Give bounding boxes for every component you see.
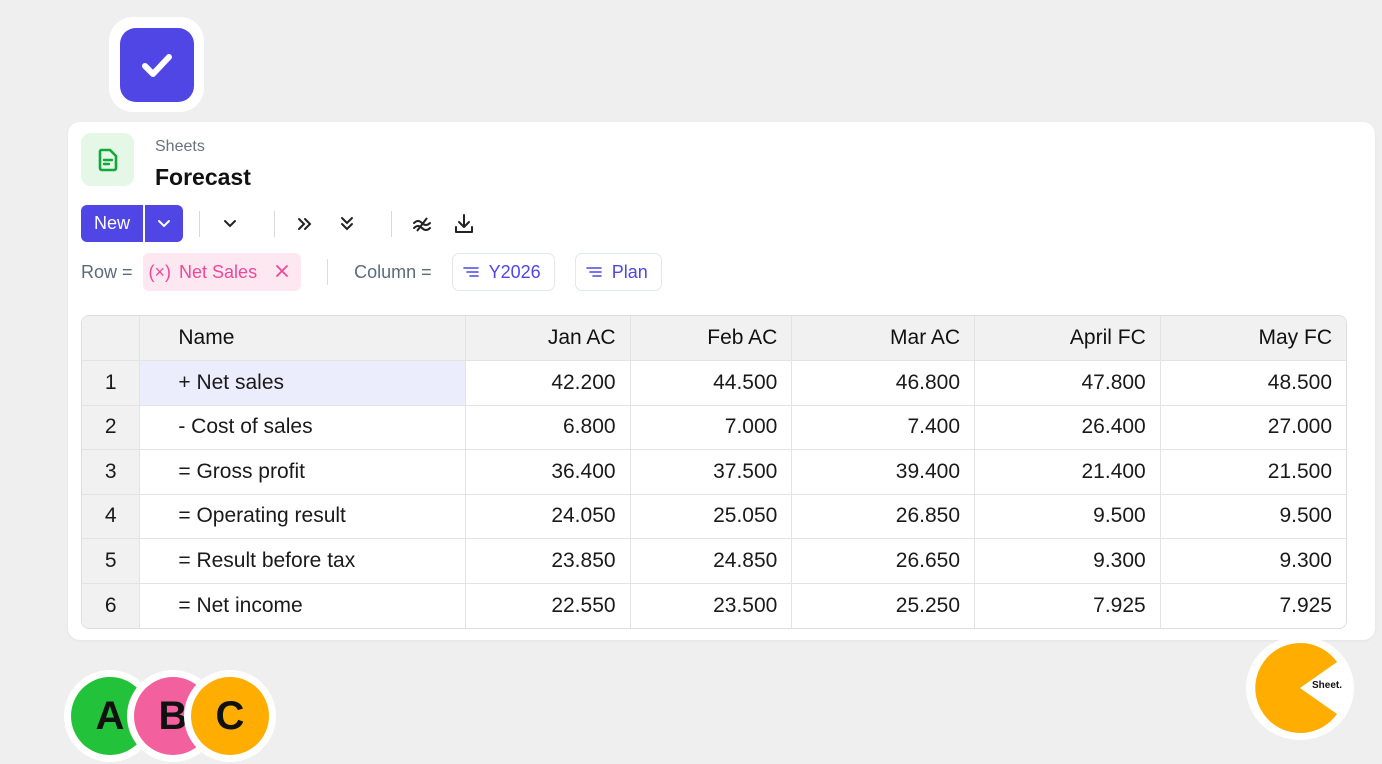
value-cell[interactable]: 6.800 (464, 404, 631, 450)
value-cell[interactable]: 22.550 (464, 582, 631, 628)
row-index-header (82, 316, 141, 361)
logo-text: Sheet. (1312, 680, 1343, 691)
value-cell[interactable]: 26.650 (791, 538, 976, 584)
name-cell[interactable]: = Net income (139, 582, 466, 628)
column-filter-chip[interactable]: Y2026 (451, 253, 555, 291)
value-cell[interactable]: 25.050 (629, 493, 793, 539)
chevron-down-icon (158, 219, 171, 227)
toolbar: New (81, 205, 492, 242)
sheets-app-icon (81, 133, 134, 186)
value-cell[interactable]: 7.925 (1159, 582, 1346, 628)
value-cell[interactable]: 9.500 (974, 493, 1161, 539)
value-cell[interactable]: 37.500 (629, 449, 793, 495)
table-row[interactable]: 3 = Gross profit 36.400 37.500 39.400 21.400 2… (82, 449, 1346, 495)
value-cell[interactable]: 21.500 (1159, 449, 1346, 495)
row-filter-chip[interactable]: (×) Net Sales (142, 253, 302, 291)
column-filter-chip[interactable]: Plan (574, 253, 662, 291)
check-badge (109, 17, 204, 112)
doc-title: Forecast (155, 164, 251, 190)
row-index[interactable]: 5 (82, 538, 141, 584)
app-name: Sheets (155, 138, 205, 155)
column-header[interactable]: May FC (1159, 316, 1346, 361)
toolbar-divider (391, 210, 393, 237)
chevron-down-icon[interactable] (216, 210, 244, 238)
column-filter-value: Y2026 (488, 261, 541, 282)
table-row[interactable]: 5 = Result before tax 23.850 24.850 26.650 9.… (82, 538, 1346, 584)
chevron-double-down-icon[interactable] (333, 210, 361, 238)
value-cell[interactable]: 27.000 (1159, 404, 1346, 450)
table-row[interactable]: 6 = Net income 22.550 23.500 25.250 7.925 7.92… (82, 582, 1346, 628)
new-dropdown-button[interactable] (145, 205, 184, 242)
column-filter-value: Plan (611, 261, 648, 282)
value-cell[interactable]: 36.400 (464, 449, 631, 495)
name-cell[interactable]: = Operating result (139, 493, 466, 539)
row-index[interactable]: 1 (82, 360, 141, 406)
avatar-letter: C (191, 677, 269, 755)
value-cell[interactable]: 7.000 (629, 404, 793, 450)
toolbar-divider (274, 210, 276, 237)
table-header-row: Name Jan AC Feb AC Mar AC April FC May F… (82, 316, 1346, 361)
value-cell[interactable]: 26.850 (791, 493, 976, 539)
toolbar-divider (199, 210, 201, 237)
value-cell[interactable]: 42.200 (464, 360, 631, 406)
chevron-double-right-icon[interactable] (291, 210, 319, 238)
table-row[interactable]: 2- Cost of sales 6.800 7.000 7.400 26.400 27.… (82, 404, 1346, 450)
list-filter-icon (585, 262, 602, 283)
name-cell[interactable]: = Result before tax (139, 538, 466, 584)
avatar-group: A B C (64, 670, 284, 762)
filter-bar: Row = (×) Net Sales Column = Y2026 Plan (81, 252, 662, 292)
value-cell[interactable]: 24.050 (464, 493, 631, 539)
value-cell[interactable]: 46.800 (791, 360, 976, 406)
value-cell[interactable]: 25.250 (791, 582, 976, 628)
value-cell[interactable]: 9.300 (974, 538, 1161, 584)
value-cell[interactable]: 7.925 (974, 582, 1161, 628)
value-cell[interactable]: 23.500 (629, 582, 793, 628)
value-cell[interactable]: 39.400 (791, 449, 976, 495)
value-cell[interactable]: 23.850 (464, 538, 631, 584)
table-row[interactable]: 4 = Operating result 24.050 25.050 26.850 9.5… (82, 493, 1346, 539)
row-index[interactable]: 2 (82, 404, 141, 450)
value-cell[interactable]: 7.400 (791, 404, 976, 450)
sheet-logo: Sheet. (1246, 636, 1354, 740)
close-icon[interactable] (275, 262, 289, 283)
approx-equal-icon[interactable] (408, 210, 436, 238)
row-index[interactable]: 3 (82, 449, 141, 495)
value-cell[interactable]: 47.800 (974, 360, 1161, 406)
list-filter-icon (462, 262, 479, 283)
checkmark-icon (119, 27, 194, 102)
data-table: Name Jan AC Feb AC Mar AC April FC May F… (81, 315, 1347, 629)
new-button[interactable]: New (81, 205, 144, 242)
row-filter-value: Net Sales (179, 261, 258, 282)
value-cell[interactable]: 24.850 (629, 538, 793, 584)
row-index[interactable]: 4 (82, 493, 141, 539)
value-cell[interactable]: 26.400 (974, 404, 1161, 450)
row-filter-label: Row = (81, 261, 133, 282)
column-header[interactable]: April FC (974, 316, 1161, 361)
selected-name-cell[interactable]: + Net sales (139, 360, 466, 406)
name-cell[interactable]: - Cost of sales (139, 404, 466, 450)
value-cell[interactable]: 21.400 (974, 449, 1161, 495)
avatar[interactable]: C (184, 670, 276, 762)
download-icon[interactable] (450, 210, 478, 238)
filter-divider (327, 259, 329, 285)
column-header[interactable]: Mar AC (791, 316, 976, 361)
row-index[interactable]: 6 (82, 582, 141, 628)
column-header[interactable]: Jan AC (464, 316, 631, 361)
value-cell[interactable]: 48.500 (1159, 360, 1346, 406)
column-header[interactable]: Feb AC (629, 316, 793, 361)
table-row[interactable]: 1 + Net sales 42.200 44.500 46.800 47.800 48.5… (82, 360, 1346, 406)
value-cell[interactable]: 44.500 (629, 360, 793, 406)
value-cell[interactable]: 9.500 (1159, 493, 1346, 539)
name-cell[interactable]: = Gross profit (139, 449, 466, 495)
variable-icon: (×) (148, 261, 172, 282)
value-cell[interactable]: 9.300 (1159, 538, 1346, 584)
column-filter-label: Column = (354, 261, 432, 282)
column-header[interactable]: Name (139, 316, 466, 361)
sheet-card: Sheets Forecast New Row = (×) Net Sales … (68, 122, 1375, 640)
